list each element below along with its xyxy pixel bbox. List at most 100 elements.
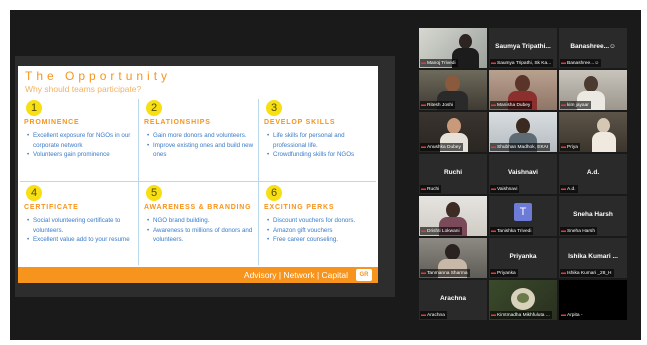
bullet-item: Excellent exposure for NGOs in our corpo… <box>27 131 137 150</box>
participant-label: ▬Priya <box>560 143 580 151</box>
number-badge: 6 <box>266 185 282 201</box>
participant-name: Banashree...☺ <box>570 43 616 50</box>
card-heading: CERTIFICATE <box>24 204 79 211</box>
mic-muted-icon: ▬ <box>561 186 566 192</box>
mic-muted-icon: ▬ <box>491 312 496 318</box>
slide-subtitle: Why should teams participate? <box>25 84 142 94</box>
participant-label: ▬Priyanka <box>490 269 518 277</box>
number-badge: 4 <box>26 185 42 201</box>
mic-muted-icon: ▬ <box>421 60 426 66</box>
mic-muted-icon: ▬ <box>561 312 566 318</box>
participant-tile[interactable]: ▬Kimtmadha Mikhfuluta ... <box>489 280 557 320</box>
participant-tile[interactable]: ▬Arpita - <box>559 280 627 320</box>
card-certificate: 4 CERTIFICATE Social volunteering certif… <box>18 182 138 267</box>
participant-tile[interactable]: ▬Priya <box>559 112 627 152</box>
bullet-item: Free career counseling. <box>267 235 377 245</box>
participant-tile[interactable]: Saumya Tripathi... ▬Saumya Tripathi, Sk … <box>489 28 557 68</box>
mic-muted-icon: ▬ <box>561 144 566 150</box>
participant-tile[interactable]: Banashree...☺ ▬Banashree...☺ <box>559 28 627 68</box>
bullet-item: Social volunteering certificate to volun… <box>27 216 137 235</box>
card-bullets: Excellent exposure for NGOs in our corpo… <box>27 131 137 160</box>
participant-tile[interactable]: ▬Tanmanna Sharma <box>419 238 487 278</box>
participant-tile[interactable]: Ruchi ▬Ruchi <box>419 154 487 194</box>
participant-tile[interactable]: ▬kim jayaar <box>559 70 627 110</box>
mic-muted-icon: ▬ <box>491 102 496 108</box>
mic-muted-icon: ▬ <box>421 270 426 276</box>
participant-label: ▬Banashree...☺ <box>560 59 602 67</box>
mic-muted-icon: ▬ <box>491 144 496 150</box>
participant-name: Sneha Harsh <box>573 211 613 218</box>
participant-label: ▬Manoj Trivedi <box>420 59 458 67</box>
participant-label: ▬Arpita - <box>560 311 585 319</box>
bullet-item: Volunteers gain prominence <box>27 150 137 160</box>
participant-name: Vaishnavi <box>508 169 538 176</box>
participant-label: ▬Sneha Harsh <box>560 227 597 235</box>
participant-label: ▬Manisha Dubey <box>490 101 533 109</box>
mic-muted-icon: ▬ <box>421 144 426 150</box>
participant-tile[interactable]: T ▬Tanishka Trivedi <box>489 196 557 236</box>
avatar: T <box>514 203 532 221</box>
mic-muted-icon: ▬ <box>491 270 496 276</box>
card-develop-skills: 3 DEVELOP SKILLS Life skills for persona… <box>258 97 378 182</box>
participant-tile-active-speaker[interactable]: ▬Ritesh Joshi <box>419 70 487 110</box>
mic-muted-icon: ▬ <box>491 186 496 192</box>
slide-title: The Opportunity <box>25 69 172 83</box>
mic-muted-icon: ▬ <box>491 60 496 66</box>
card-bullets: Life skills for personal and professiona… <box>267 131 377 160</box>
participant-name: Ishika Kumari ... <box>568 253 618 260</box>
participant-tile[interactable]: ▬Anushka Dubey <box>419 112 487 152</box>
mic-muted-icon: ▬ <box>561 228 566 234</box>
card-bullets: Gain more donors and volunteers. Improve… <box>147 131 257 160</box>
shared-screen: The Opportunity Why should teams partici… <box>15 56 395 297</box>
card-bullets: Social volunteering certificate to volun… <box>27 216 137 245</box>
card-prominence: 1 PROMINENCE Excellent exposure for NGOs… <box>18 97 138 182</box>
bullet-item: Amazon gift vouchers <box>267 226 377 236</box>
card-relationships: 2 RELATIONSHIPS Gain more donors and vol… <box>138 97 258 182</box>
card-bullets: NGO brand building. Awareness to million… <box>147 216 257 245</box>
participant-tile[interactable]: Ishika Kumari ... ▬Ishika Kumari _28_H <box>559 238 627 278</box>
card-heading: RELATIONSHIPS <box>144 119 211 126</box>
bullet-item: Excellent value add to your resume <box>27 235 137 245</box>
participant-name: Arachna <box>439 295 466 302</box>
participant-label: ▬Saumya Tripathi, Sk Ka... <box>490 59 554 67</box>
slide-footer: Advisory | Network | Capital GR <box>18 267 378 283</box>
participant-label: ▬Arachna <box>420 311 447 319</box>
footer-tagline: Advisory | Network | Capital <box>243 270 348 280</box>
participant-name: A.d. <box>586 169 600 176</box>
participant-label: ▬Tanishka Trivedi <box>490 227 534 235</box>
card-awareness-branding: 5 AWARENESS & BRANDING NGO brand buildin… <box>138 182 258 267</box>
participant-label: ▬kim jayaar <box>560 101 591 109</box>
participant-tile[interactable]: ▬Shubhan Madhok, EKAI <box>489 112 557 152</box>
brand-logo: GR <box>356 269 372 281</box>
participant-label: ▬Tanmanna Sharma <box>420 269 470 277</box>
mic-muted-icon: ▬ <box>561 270 566 276</box>
mic-muted-icon: ▬ <box>561 60 566 66</box>
bullet-item: Gain more donors and volunteers. <box>147 131 257 141</box>
mic-muted-icon: ▬ <box>561 102 566 108</box>
presentation-slide: The Opportunity Why should teams partici… <box>18 66 378 283</box>
participant-tile[interactable]: A.d. ▬A.d. <box>559 154 627 194</box>
participant-tile[interactable]: Priyanka ▬Priyanka <box>489 238 557 278</box>
participant-name: Saumya Tripathi... <box>495 43 551 50</box>
participant-tile[interactable]: ▬Manisha Dubey <box>489 70 557 110</box>
participant-label: ▬Shubhan Madhok, EKAI <box>490 143 551 151</box>
participant-label: ▬Ritesh Joshi <box>420 101 456 109</box>
participant-name: Priyanka <box>509 253 537 260</box>
card-heading: PROMINENCE <box>24 119 80 126</box>
participant-tile[interactable]: Vaishnavi ▬Vaishnavi <box>489 154 557 194</box>
participant-label: ▬A.d. <box>560 185 578 193</box>
participant-tile[interactable]: ▬Drishti Lokwani <box>419 196 487 236</box>
participant-tile[interactable]: Sneha Harsh ▬Sneha Harsh <box>559 196 627 236</box>
bullet-item: Crowdfunding skills for NGOs <box>267 150 377 160</box>
participant-tile[interactable]: Arachna ▬Arachna <box>419 280 487 320</box>
participant-label: ▬Kimtmadha Mikhfuluta ... <box>490 311 552 319</box>
mic-muted-icon: ▬ <box>421 312 426 318</box>
card-bullets: Discount vouchers for donors. Amazon gif… <box>267 216 377 245</box>
bullet-item: NGO brand building. <box>147 216 257 226</box>
participant-tile[interactable]: ▬Manoj Trivedi <box>419 28 487 68</box>
mic-muted-icon: ▬ <box>421 186 426 192</box>
meeting-window: The Opportunity Why should teams partici… <box>10 10 641 340</box>
participant-label: ▬Vaishnavi <box>490 185 520 193</box>
bullet-item: Improve existing ones and build new ones <box>147 141 257 160</box>
participant-name: Ruchi <box>443 169 463 176</box>
